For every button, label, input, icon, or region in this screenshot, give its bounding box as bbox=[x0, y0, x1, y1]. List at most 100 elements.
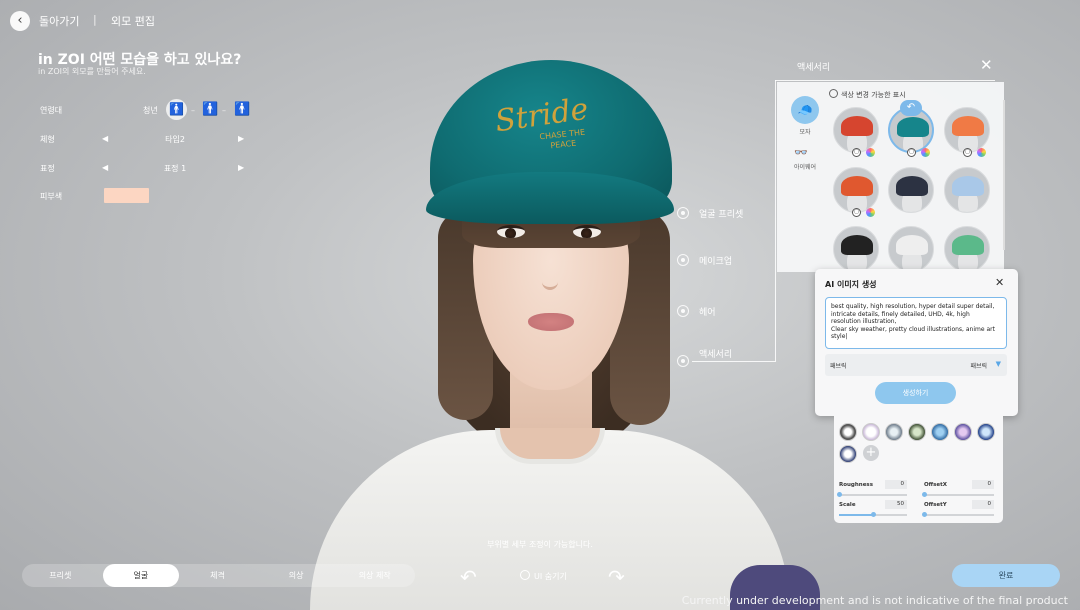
texture-swatch[interactable] bbox=[931, 423, 949, 441]
scale-slider[interactable] bbox=[839, 512, 907, 517]
rotate-left-icon[interactable]: ↶ bbox=[460, 565, 477, 589]
accessory-dot[interactable] bbox=[677, 355, 689, 367]
texture-swatch[interactable] bbox=[977, 423, 995, 441]
hat-thumbnail bbox=[896, 176, 928, 196]
tab-4[interactable]: 의상 제작 bbox=[336, 564, 413, 587]
ai-texture-badge-icon: ▢ bbox=[852, 208, 861, 217]
texture-swatch[interactable] bbox=[839, 423, 857, 441]
ai-dialog-title: AI 이미지 생성 bbox=[825, 280, 877, 289]
hat-thumbnail bbox=[952, 235, 984, 255]
ai-prompt-input[interactable]: best quality, high resolution, hyper det… bbox=[825, 297, 1007, 349]
category-face-preset[interactable]: 얼굴 프리셋 bbox=[699, 207, 743, 220]
category-makeup[interactable]: 메이크업 bbox=[699, 254, 732, 267]
hat-thumbnail bbox=[841, 176, 873, 196]
texture-swatch[interactable] bbox=[839, 445, 857, 463]
color-change-badge-icon bbox=[921, 148, 930, 157]
back-button[interactable]: ‹ bbox=[10, 11, 30, 31]
close-icon[interactable]: ✕ bbox=[995, 276, 1004, 289]
param-label: Roughness bbox=[839, 482, 873, 488]
hat-thumbnail bbox=[952, 116, 984, 136]
hat-thumbnail bbox=[897, 117, 929, 137]
color-change-badge-icon bbox=[866, 208, 875, 217]
expression-prev-arrow-icon[interactable]: ◀ bbox=[102, 163, 108, 172]
param-value-input[interactable]: 50 bbox=[885, 500, 907, 509]
texture-swatch[interactable] bbox=[908, 423, 926, 441]
slider-knob[interactable] bbox=[922, 492, 927, 497]
accessory-item-navy-bucket-hat[interactable] bbox=[888, 167, 934, 213]
accessory-scrollbar[interactable] bbox=[1003, 100, 1005, 250]
accessory-item-red-cap[interactable] bbox=[833, 107, 879, 153]
accessory-panel-title: 액세서리 bbox=[797, 63, 831, 73]
hat-thumbnail bbox=[841, 116, 873, 136]
slider-knob[interactable] bbox=[922, 512, 927, 517]
generate-button[interactable]: 생성하기 bbox=[875, 382, 956, 404]
age-dash: – bbox=[191, 106, 195, 115]
roughness-slider[interactable] bbox=[837, 492, 907, 497]
accessory-item-orange-dark-cap[interactable] bbox=[833, 167, 879, 213]
page-title: 외모 편집 bbox=[111, 15, 155, 28]
material-select[interactable]: 패브릭 패브릭 ▼ bbox=[825, 354, 1007, 376]
offsetx-slider[interactable] bbox=[922, 492, 994, 497]
material-label: 패브릭 bbox=[830, 363, 847, 370]
param-value-input[interactable]: 0 bbox=[972, 500, 994, 509]
age-value: 청년 bbox=[143, 106, 158, 115]
tab-1[interactable]: 얼굴 bbox=[102, 564, 180, 587]
texture-swatch[interactable] bbox=[885, 423, 903, 441]
texture-swatch[interactable] bbox=[862, 423, 880, 441]
slider-knob[interactable] bbox=[837, 492, 842, 497]
param-value-input[interactable]: 0 bbox=[885, 480, 907, 489]
expression-value: 표정 1 bbox=[163, 164, 187, 173]
skin-color-swatch[interactable] bbox=[104, 188, 149, 203]
right-eye bbox=[573, 225, 601, 238]
body-prev-arrow-icon[interactable]: ◀ bbox=[102, 134, 108, 143]
age-senior-option[interactable]: 🚹 bbox=[234, 102, 250, 117]
hide-ui-toggle[interactable]: UI 숨기기 bbox=[520, 570, 567, 582]
connector-line bbox=[775, 80, 776, 362]
texture-swatch[interactable] bbox=[954, 423, 972, 441]
slider-knob[interactable] bbox=[871, 512, 876, 517]
tab-hat[interactable]: 🧢 bbox=[791, 96, 819, 124]
tab-2[interactable]: 체격 bbox=[179, 564, 256, 587]
accessory-item-blue-checker-bucket-hat[interactable] bbox=[944, 167, 990, 213]
done-button[interactable]: 완료 bbox=[952, 564, 1060, 587]
expression-label: 표정 bbox=[40, 164, 55, 173]
makeup-dot[interactable] bbox=[677, 254, 689, 266]
age-young-option[interactable]: 🚹 bbox=[166, 99, 187, 120]
add-texture-button[interactable]: + bbox=[863, 445, 879, 461]
accessory-item-white-bucket-hat[interactable] bbox=[888, 226, 934, 272]
offsety-slider[interactable] bbox=[922, 512, 994, 517]
ai-texture-badge-icon: ▢ bbox=[907, 148, 916, 157]
color-changeable-toggle[interactable]: 색상 변경 가능한 표시 bbox=[829, 89, 906, 100]
tab-3[interactable]: 의상 bbox=[258, 564, 335, 587]
category-accessory[interactable]: 액세서리 bbox=[699, 347, 732, 360]
age-adult-option[interactable]: 🚹 bbox=[202, 102, 218, 117]
expression-next-arrow-icon[interactable]: ▶ bbox=[238, 163, 244, 172]
person-icon: 🚹 bbox=[169, 102, 184, 116]
body-next-arrow-icon[interactable]: ▶ bbox=[238, 134, 244, 143]
tab-0[interactable]: 프리셋 bbox=[22, 564, 99, 587]
character-model[interactable]: Stride CHASE THE PEACE bbox=[290, 60, 820, 610]
topbar-separator: | bbox=[93, 13, 97, 26]
undo-icon[interactable]: ↶ bbox=[900, 100, 922, 116]
param-label: OffsetX bbox=[924, 482, 948, 488]
back-label[interactable]: 돌아가기 bbox=[39, 13, 79, 29]
hat-thumbnail bbox=[896, 235, 928, 255]
rotate-right-icon[interactable]: ↷ bbox=[608, 565, 625, 589]
hat-thumbnail bbox=[952, 176, 984, 196]
accessory-item-green-checker-bucket-hat[interactable] bbox=[944, 226, 990, 272]
accessory-item-black-checker-bucket-hat[interactable] bbox=[833, 226, 879, 272]
nose bbox=[542, 260, 558, 290]
glasses-icon[interactable]: 👓 bbox=[794, 146, 808, 159]
disclaimer: Currently under development and is not i… bbox=[681, 594, 1068, 607]
face-preset-dot[interactable] bbox=[677, 207, 689, 219]
close-icon[interactable]: ✕ bbox=[980, 56, 993, 74]
age-label: 연령대 bbox=[40, 106, 63, 115]
chevron-left-icon: ‹ bbox=[17, 13, 23, 28]
category-hair[interactable]: 헤어 bbox=[699, 305, 716, 318]
question-subtitle: in ZOI의 외모를 만들어 주세요. bbox=[38, 67, 146, 76]
color-change-badge-icon bbox=[977, 148, 986, 157]
hair-dot[interactable] bbox=[677, 305, 689, 317]
accessory-item-orange-cap[interactable] bbox=[944, 107, 990, 153]
param-value-input[interactable]: 0 bbox=[972, 480, 994, 489]
hat-thumbnail bbox=[841, 235, 873, 255]
